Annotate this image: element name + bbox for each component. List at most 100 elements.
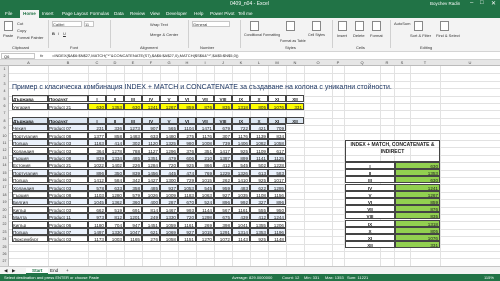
row-header[interactable]: 23	[0, 230, 9, 234]
table-product-cell[interactable]: Product 06	[48, 220, 88, 228]
table-value-cell[interactable]: 1015	[196, 176, 214, 184]
table-product-cell[interactable]: Product 11	[48, 213, 88, 221]
table-value-cell[interactable]: 1406	[232, 139, 250, 147]
column-header[interactable]: O	[304, 60, 332, 65]
table-value-cell[interactable]: 1284	[142, 161, 160, 169]
table-value-cell[interactable]: 1109	[250, 146, 268, 154]
table-value-cell[interactable]: 287	[160, 198, 178, 206]
row-header[interactable]: 2	[0, 74, 9, 78]
table-value-cell[interactable]: 973	[88, 213, 106, 221]
row-header[interactable]: 18	[0, 193, 9, 197]
fx-icon[interactable]: fx	[40, 53, 43, 58]
top-value-cell[interactable]: 1241	[142, 102, 160, 110]
table-value-cell[interactable]: 1127	[142, 146, 160, 154]
table-value-cell[interactable]: 1377	[88, 131, 106, 139]
column-header[interactable]: S	[394, 60, 410, 65]
top-value-cell[interactable]: 805	[250, 102, 268, 110]
format-table-icon[interactable]	[286, 21, 295, 31]
table-value-cell[interactable]: 1053	[178, 183, 196, 191]
table-value-cell[interactable]: 1026	[142, 191, 160, 198]
tab-home[interactable]: Home	[20, 10, 39, 18]
table-value-cell[interactable]: 1108	[250, 191, 268, 198]
side-label-cell[interactable]: I	[345, 162, 395, 169]
row-header[interactable]: 24	[0, 237, 9, 241]
table-value-cell[interactable]: 691	[124, 205, 142, 213]
table-value-cell[interactable]: 606	[178, 154, 196, 161]
table-value-cell[interactable]: 545	[232, 161, 250, 169]
italic-button[interactable]: I	[58, 31, 59, 36]
table-value-cell[interactable]: 839	[88, 154, 106, 161]
side-label-cell[interactable]: IX	[345, 219, 395, 227]
table-value-cell[interactable]: 1295	[268, 183, 286, 191]
autosum-button[interactable]: AutoSum	[394, 21, 410, 26]
table-country-cell[interactable]: Кипър	[12, 220, 48, 228]
table-product-cell[interactable]: Product 03	[48, 183, 88, 191]
table-value-cell[interactable]: 1148	[268, 235, 286, 243]
table-header-month[interactable]: IX	[232, 117, 250, 124]
table-value-cell[interactable]: 414	[106, 139, 124, 147]
side-panel-title[interactable]: INDEX + MATCH, CONCATENATE & INDIRECT	[345, 140, 440, 162]
table-value-cell[interactable]: 622	[250, 183, 268, 191]
table-header-month[interactable]: III	[124, 117, 142, 124]
table-product-cell[interactable]: Product 04	[48, 168, 88, 176]
table-value-cell[interactable]: 814	[142, 205, 160, 213]
conditional-formatting-icon[interactable]	[250, 21, 259, 31]
table-value-cell[interactable]: 1141	[250, 154, 268, 161]
table-value-cell[interactable]: 1330	[106, 228, 124, 235]
top-value-cell[interactable]: 835	[214, 102, 232, 110]
side-value-cell[interactable]: 805	[395, 226, 440, 234]
top-header-month[interactable]: IX	[232, 95, 250, 102]
row-header[interactable]: 13	[0, 156, 9, 160]
table-value-cell[interactable]: 621	[142, 228, 160, 235]
top-header-month[interactable]: IV	[142, 95, 160, 102]
row-header[interactable]: 3	[0, 82, 9, 86]
table-value-cell[interactable]: 980	[178, 139, 196, 147]
table-value-cell[interactable]: 788	[124, 146, 142, 154]
side-value-cell[interactable]: 835	[395, 212, 440, 220]
row-header[interactable]: 25	[0, 245, 9, 249]
table-product-cell[interactable]: Product 03	[48, 139, 88, 147]
column-header[interactable]: D	[106, 60, 124, 65]
tab-view[interactable]: View	[150, 11, 160, 16]
table-value-cell[interactable]: 398	[214, 220, 232, 228]
table-country-cell[interactable]: Гърция	[12, 154, 48, 161]
table-value-cell[interactable]: 1456	[142, 168, 160, 176]
table-value-cell[interactable]: 1427	[142, 176, 160, 184]
table-value-cell[interactable]: 1278	[106, 146, 124, 154]
table-value-cell[interactable]: 1072	[214, 235, 232, 243]
table-value-cell[interactable]: 479	[160, 154, 178, 161]
side-value-cell[interactable]: 876	[395, 205, 440, 213]
table-value-cell[interactable]: 959	[214, 183, 232, 191]
top-header-month[interactable]: XII	[286, 95, 304, 102]
column-header[interactable]: A	[9, 60, 48, 65]
table-value-cell[interactable]: 1176	[196, 131, 214, 139]
conditional-formatting-button[interactable]: Conditional Formatting	[244, 33, 280, 37]
top-value-cell[interactable]: 331	[286, 102, 304, 110]
top-header-month[interactable]: II	[106, 95, 124, 102]
table-value-cell[interactable]: 1273	[124, 124, 142, 132]
close-icon[interactable]: ✕	[491, 0, 496, 7]
table-value-cell[interactable]: 1144	[196, 205, 214, 213]
row-header[interactable]: 1	[0, 67, 9, 71]
table-value-cell[interactable]: 925	[232, 146, 250, 154]
table-value-cell[interactable]: 336	[106, 124, 124, 132]
table-value-cell[interactable]: 1017	[268, 176, 286, 184]
table-value-cell[interactable]: 412	[250, 213, 268, 221]
table-value-cell[interactable]: 350	[106, 168, 124, 176]
merge-center-button[interactable]: Merge & Center	[150, 32, 178, 37]
row-header[interactable]: 9	[0, 126, 9, 130]
side-label-cell[interactable]: V	[345, 190, 395, 198]
top-value-cell[interactable]: 876	[196, 102, 214, 110]
table-value-cell[interactable]: 1270	[196, 235, 214, 243]
table-value-cell[interactable]: 633	[106, 183, 124, 191]
table-value-cell[interactable]: 1296	[160, 146, 178, 154]
table-value-cell[interactable]: 1058	[160, 235, 178, 243]
table-country-cell[interactable]: Малта	[12, 213, 48, 221]
insert-cells-button[interactable]: Insert	[337, 33, 347, 38]
zoom-level[interactable]: 115%	[484, 275, 494, 280]
table-value-cell[interactable]: 1201	[124, 213, 142, 221]
table-header-month[interactable]: X	[250, 117, 268, 124]
number-format-select[interactable]: General	[192, 21, 230, 27]
column-header[interactable]: K	[232, 60, 250, 65]
table-value-cell[interactable]: 927	[214, 191, 232, 198]
